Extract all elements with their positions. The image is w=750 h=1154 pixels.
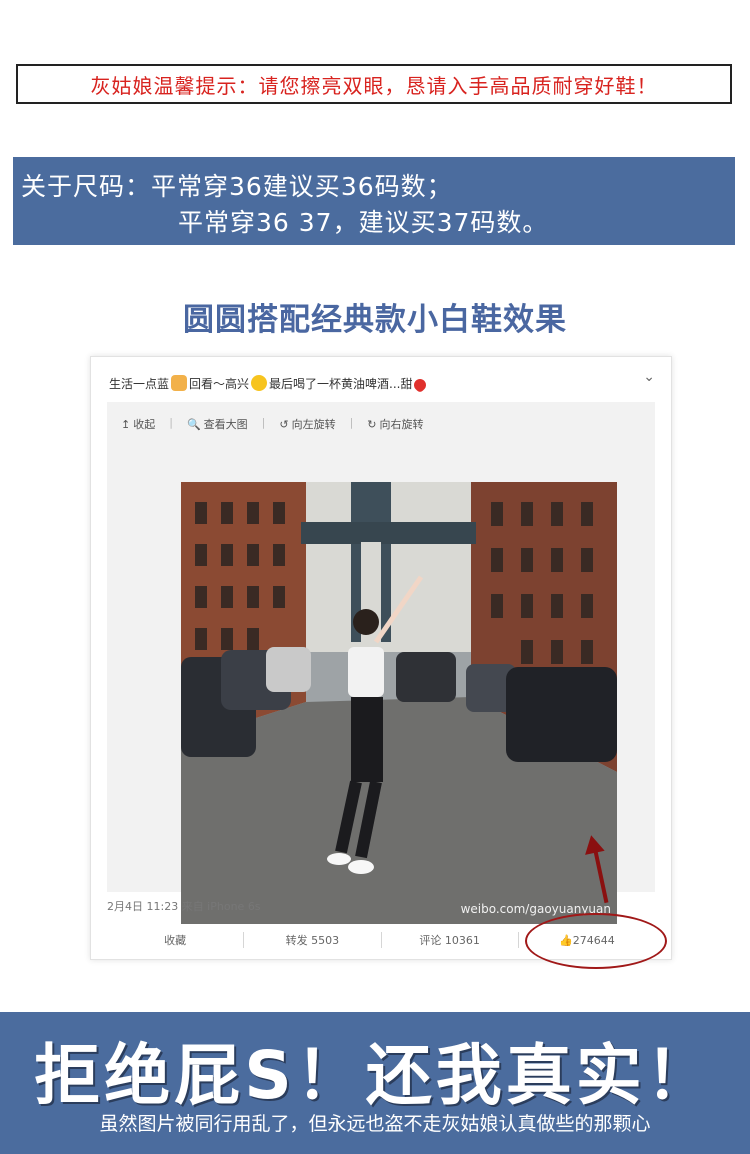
rotate-right-label: 向右旋转: [379, 418, 424, 431]
divider: |: [261, 416, 266, 429]
rotate-right-button[interactable]: ↻ 向右旋转: [367, 416, 423, 432]
chevron-down-icon[interactable]: ⌄: [643, 369, 655, 385]
view-large-button[interactable]: 🔍 查看大图: [187, 416, 248, 432]
rotate-right-icon: ↻: [367, 417, 377, 431]
rotate-left-label: 向左旋转: [291, 418, 336, 431]
collapse-label: 收起: [133, 418, 156, 431]
smile-icon: [251, 375, 268, 391]
post-meta: 2月4日 11:23 来自 iPhone 6s: [107, 900, 261, 913]
collapse-icon: ↥: [121, 417, 131, 431]
post-text-part-1: 生活一点蓝: [109, 377, 170, 391]
heart-icon: [411, 376, 429, 394]
rotate-left-button[interactable]: ↺ 向左旋转: [279, 416, 335, 432]
repost-button[interactable]: 转发 5503: [244, 932, 382, 948]
effect-title: 圆圆搭配经典款小白鞋效果: [183, 302, 567, 338]
favorite-button[interactable]: 收藏: [107, 932, 245, 948]
divider: |: [169, 416, 173, 429]
slogan-subtitle: 虽然图片被同行用乱了，但永远也盗不走灰姑娘认真做些的那颗心: [99, 1113, 651, 1135]
weibo-post-card: 生活一点蓝 回看～高兴 最后喝了一杯黄油啤酒...甜 ⌄ ↥ 收起 | 🔍 查看大图 |…: [90, 356, 672, 969]
view-large-label: 查看大图: [203, 418, 248, 431]
size-advice-line-2: 平常穿36 37，建议买37码数。: [178, 208, 549, 237]
post-text-part-3: 最后喝了一杯黄油啤酒...甜: [269, 377, 413, 391]
street-photo-illustration: [181, 482, 617, 924]
magnifier-icon: 🔍: [186, 417, 201, 431]
rotate-left-icon: ↺: [279, 417, 289, 431]
slogan-title: 拒绝屁S！还我真实！: [34, 1037, 716, 1114]
image-toolbar: ↥ 收起 | 🔍 查看大图 | ↺ 向左旋转 | ↻ 向右旋转: [121, 416, 424, 432]
image-viewer-panel: ↥ 收起 | 🔍 查看大图 | ↺ 向左旋转 | ↻ 向右旋转 weibo.co…: [107, 402, 655, 924]
slogan-panel: 拒绝屁S！还我真实！ 虽然图片被同行用乱了，但永远也盗不走灰姑娘认真做些的那颗心: [0, 1012, 750, 1154]
street-photo[interactable]: weibo.com/gaoyuanyuan: [181, 482, 617, 924]
comment-button[interactable]: 评论 10361: [382, 932, 519, 948]
victory-hand-icon: [171, 375, 188, 391]
size-advice-panel: 关于尺码：平常穿36建议买36码数； 平常穿36 37，建议买37码数。: [13, 157, 735, 245]
like-highlight-circle: [525, 913, 667, 969]
post-text: 生活一点蓝 回看～高兴 最后喝了一杯黄油啤酒...甜: [109, 375, 429, 394]
divider: |: [349, 416, 354, 429]
warm-tip-banner: 灰姑娘温馨提示：请您擦亮双眼，恳请入手高品质耐穿好鞋！: [16, 64, 732, 104]
size-advice-line-1: 关于尺码：平常穿36建议买36码数；: [21, 172, 453, 201]
post-text-part-2: 回看～高兴: [189, 377, 250, 391]
collapse-button[interactable]: ↥ 收起: [121, 416, 155, 432]
